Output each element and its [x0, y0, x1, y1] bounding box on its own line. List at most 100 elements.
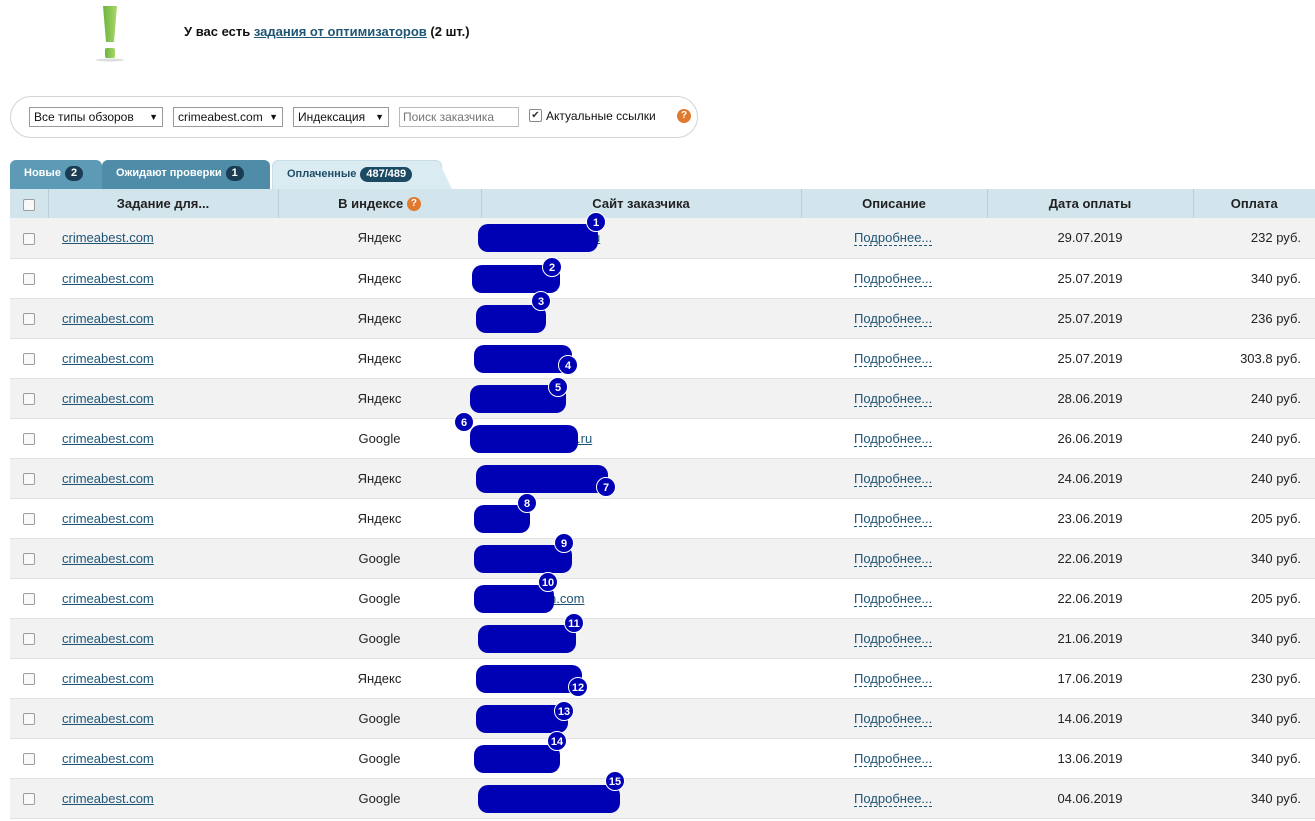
- desc-cell: Подробнее...: [801, 658, 987, 699]
- col-task[interactable]: Задание для...: [48, 189, 279, 218]
- tab-count-badge: 1: [225, 166, 244, 181]
- row-checkbox[interactable]: [23, 473, 35, 486]
- date-cell: 21.06.2019: [987, 618, 1193, 659]
- details-link[interactable]: Подробнее...: [854, 590, 933, 607]
- task-site-link[interactable]: crimeabest.com: [48, 431, 154, 446]
- col-date[interactable]: Дата оплаты: [987, 189, 1194, 218]
- desc-cell: Подробнее...: [801, 498, 987, 539]
- desc-cell: Подробнее...: [801, 218, 987, 259]
- indexation-select[interactable]: Индексация ▼: [293, 107, 389, 127]
- customer-site-cell: 13: [476, 698, 801, 739]
- task-site-link[interactable]: crimeabest.com: [48, 511, 154, 526]
- row-checkbox[interactable]: [23, 393, 35, 406]
- row-checkbox[interactable]: [23, 673, 35, 686]
- task-site-link[interactable]: crimeabest.com: [48, 471, 154, 486]
- details-link[interactable]: Подробнее...: [854, 470, 933, 487]
- row-check-cell: [10, 658, 48, 699]
- pay-cell: 303.8 руб.: [1193, 338, 1315, 379]
- row-check-cell: [10, 458, 48, 499]
- pay-cell: 240 руб.: [1193, 378, 1315, 419]
- row-checkbox[interactable]: [23, 593, 35, 606]
- task-site-link[interactable]: crimeabest.com: [48, 751, 154, 766]
- optimizer-tasks-link[interactable]: задания от оптимизаторов: [254, 24, 427, 39]
- details-link[interactable]: Подробнее...: [854, 790, 933, 807]
- row-checkbox[interactable]: [23, 273, 35, 286]
- pay-cell: 205 руб.: [1193, 578, 1315, 619]
- details-link[interactable]: Подробнее...: [854, 630, 933, 647]
- index-cell: Яндекс: [278, 298, 481, 339]
- date-cell: 29.07.2019: [987, 218, 1193, 259]
- task-site-link[interactable]: crimeabest.com: [48, 230, 154, 245]
- details-link[interactable]: Подробнее...: [854, 310, 933, 327]
- row-checkbox[interactable]: [23, 753, 35, 766]
- task-site-link[interactable]: crimeabest.com: [48, 791, 154, 806]
- col-site[interactable]: Сайт заказчика: [481, 189, 802, 218]
- desc-cell: Подробнее...: [801, 618, 987, 659]
- task-site-link[interactable]: crimeabest.com: [48, 311, 154, 326]
- details-link[interactable]: Подробнее...: [854, 550, 933, 567]
- row-checkbox[interactable]: [23, 232, 35, 245]
- pay-cell: 340 руб.: [1193, 258, 1315, 299]
- date-cell: 22.06.2019: [987, 578, 1193, 619]
- row-checkbox[interactable]: [23, 793, 35, 806]
- details-link[interactable]: Подробнее...: [854, 430, 933, 447]
- customer-site-link[interactable]: .ru: [577, 431, 592, 446]
- customer-site-cell: 4: [474, 338, 801, 379]
- details-link[interactable]: Подробнее...: [854, 750, 933, 767]
- row-checkbox[interactable]: [23, 713, 35, 726]
- task-cell: crimeabest.com: [48, 578, 278, 619]
- customer-site-cell: 8: [474, 492, 801, 539]
- task-site-link[interactable]: crimeabest.com: [48, 271, 154, 286]
- question-icon[interactable]: ?: [677, 109, 691, 123]
- table-row: crimeabest.com Яндекс 7 Подробнее... 24.…: [10, 458, 1315, 499]
- customer-site-link[interactable]: n.com: [549, 591, 584, 606]
- col-index[interactable]: В индексе ?: [278, 189, 482, 218]
- row-checkbox[interactable]: [23, 433, 35, 446]
- task-site-link[interactable]: crimeabest.com: [48, 711, 154, 726]
- select-all-checkbox[interactable]: [22, 198, 35, 211]
- index-cell: Google: [278, 738, 481, 779]
- actual-links-checkbox[interactable]: ✔: [529, 109, 542, 122]
- redaction-block: [470, 424, 578, 453]
- task-site-link[interactable]: crimeabest.com: [48, 671, 154, 686]
- site-select[interactable]: crimeabest.com ▼: [173, 107, 283, 127]
- row-checkbox[interactable]: [23, 633, 35, 646]
- index-cell: Яндекс: [278, 498, 481, 539]
- details-link[interactable]: Подробнее...: [854, 510, 933, 527]
- col-pay[interactable]: Оплата: [1193, 189, 1315, 218]
- details-link[interactable]: Подробнее...: [854, 350, 933, 367]
- redaction-number: 6: [454, 411, 474, 432]
- task-site-link[interactable]: crimeabest.com: [48, 631, 154, 646]
- details-link[interactable]: Подробнее...: [854, 270, 933, 287]
- tab-bar: Новые 2 Ожидают проверки 1 Оплаченные 487/4…: [10, 160, 1315, 189]
- task-site-link[interactable]: crimeabest.com: [48, 591, 154, 606]
- pay-cell: 236 руб.: [1193, 298, 1315, 339]
- tab-awaiting-review[interactable]: Ожидают проверки 1: [102, 160, 270, 189]
- task-cell: crimeabest.com: [48, 738, 278, 779]
- question-icon[interactable]: ?: [406, 197, 421, 212]
- date-cell: 13.06.2019: [987, 738, 1193, 779]
- details-link[interactable]: Подробнее...: [854, 390, 933, 407]
- details-link[interactable]: Подробнее...: [854, 230, 933, 247]
- row-checkbox[interactable]: [23, 313, 35, 326]
- details-link[interactable]: Подробнее...: [854, 670, 933, 687]
- row-checkbox[interactable]: [23, 553, 35, 566]
- task-site-link[interactable]: crimeabest.com: [48, 351, 154, 366]
- date-cell: 25.07.2019: [987, 258, 1193, 299]
- row-checkbox[interactable]: [23, 353, 35, 366]
- tab-paid[interactable]: Оплаченные 487/489: [272, 160, 442, 189]
- desc-cell: Подробнее...: [801, 778, 987, 819]
- pay-cell: 205 руб.: [1193, 498, 1315, 539]
- row-checkbox[interactable]: [23, 513, 35, 526]
- redaction-number: 10: [538, 571, 558, 592]
- col-desc: Описание: [801, 189, 988, 218]
- details-link[interactable]: Подробнее...: [854, 710, 933, 727]
- pay-cell: 340 руб.: [1193, 698, 1315, 739]
- task-site-link[interactable]: crimeabest.com: [48, 551, 154, 566]
- customer-search-input[interactable]: [399, 107, 519, 127]
- tab-new[interactable]: Новые 2: [10, 160, 102, 189]
- task-site-link[interactable]: crimeabest.com: [48, 391, 154, 406]
- index-cell: Яндекс: [278, 458, 481, 499]
- desc-cell: Подробнее...: [801, 738, 987, 779]
- review-type-select[interactable]: Все типы обзоров ▼: [29, 107, 163, 127]
